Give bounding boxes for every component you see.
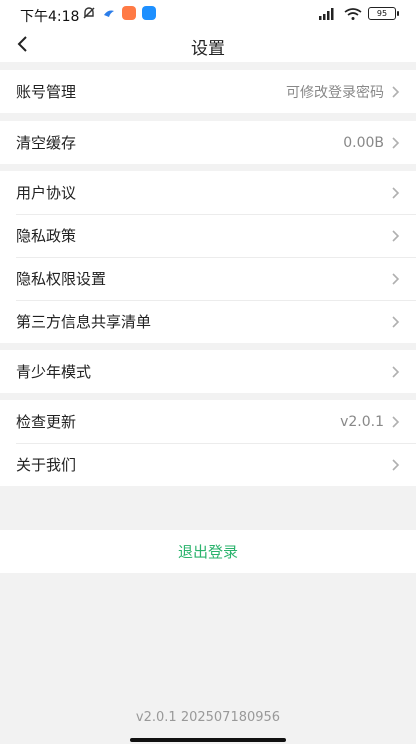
- logout-button[interactable]: 退出登录: [0, 530, 416, 573]
- chevron-right-icon: [392, 136, 400, 149]
- chevron-right-icon: [392, 85, 400, 98]
- status-right-icons: 95: [318, 7, 399, 20]
- logout-label: 退出登录: [177, 543, 238, 561]
- settings-group-youth: 青少年模式: [0, 350, 416, 393]
- settings-group-about: 检查更新 v2.0.1 关于我们: [0, 400, 416, 486]
- status-notification-icons: [82, 6, 156, 20]
- settings-group-account: 账号管理 可修改登录密码: [0, 70, 416, 113]
- wifi-icon: [344, 7, 362, 20]
- row-label: 青少年模式: [16, 363, 92, 381]
- footer-version: v2.0.1 202507180956: [135, 710, 281, 725]
- row-label: 用户协议: [16, 184, 77, 202]
- row-account-management[interactable]: 账号管理 可修改登录密码: [0, 70, 416, 113]
- row-check-update[interactable]: 检查更新 v2.0.1: [0, 400, 416, 443]
- row-label: 隐私权限设置: [16, 270, 107, 288]
- row-label: 清空缓存: [16, 134, 77, 152]
- row-about-us[interactable]: 关于我们: [0, 443, 416, 486]
- row-label: 隐私政策: [16, 227, 77, 245]
- row-youth-mode[interactable]: 青少年模式: [0, 350, 416, 393]
- status-bar: 下午4:18 95: [0, 0, 416, 28]
- blue-app-icon: [142, 6, 156, 20]
- chevron-right-icon: [392, 272, 400, 285]
- row-value: v2.0.1: [340, 413, 384, 430]
- home-indicator[interactable]: [130, 738, 286, 742]
- nav-bar: 设置: [0, 28, 416, 62]
- row-privacy-policy[interactable]: 隐私政策: [0, 214, 416, 257]
- row-clear-cache[interactable]: 清空缓存 0.00B: [0, 121, 416, 164]
- signal-icon: [319, 7, 334, 20]
- bird-app-icon: [104, 10, 114, 17]
- mute-bell-icon: [83, 7, 95, 19]
- row-label: 账号管理: [16, 83, 77, 101]
- chevron-right-icon: [392, 229, 400, 242]
- orange-app-icon: [122, 6, 136, 20]
- row-label: 关于我们: [16, 456, 77, 474]
- row-label: 第三方信息共享清单: [16, 313, 152, 331]
- battery-icon: 95: [368, 7, 399, 20]
- row-value: 可修改登录密码: [286, 84, 384, 101]
- settings-group-policies: 用户协议 隐私政策 隐私权限设置 第三方信息共享清单: [0, 171, 416, 343]
- chevron-right-icon: [392, 415, 400, 428]
- row-value: 0.00B: [343, 134, 384, 151]
- row-user-agreement[interactable]: 用户协议: [0, 171, 416, 214]
- page-title: 设置: [191, 39, 225, 59]
- settings-group-cache: 清空缓存 0.00B: [0, 121, 416, 164]
- chevron-right-icon: [392, 458, 400, 471]
- row-privacy-permissions[interactable]: 隐私权限设置: [0, 257, 416, 300]
- chevron-right-icon: [392, 186, 400, 199]
- status-time: 下午4:18: [20, 9, 80, 25]
- chevron-right-icon: [392, 365, 400, 378]
- chevron-right-icon: [392, 315, 400, 328]
- row-third-party-sharing[interactable]: 第三方信息共享清单: [0, 300, 416, 343]
- row-label: 检查更新: [16, 413, 77, 431]
